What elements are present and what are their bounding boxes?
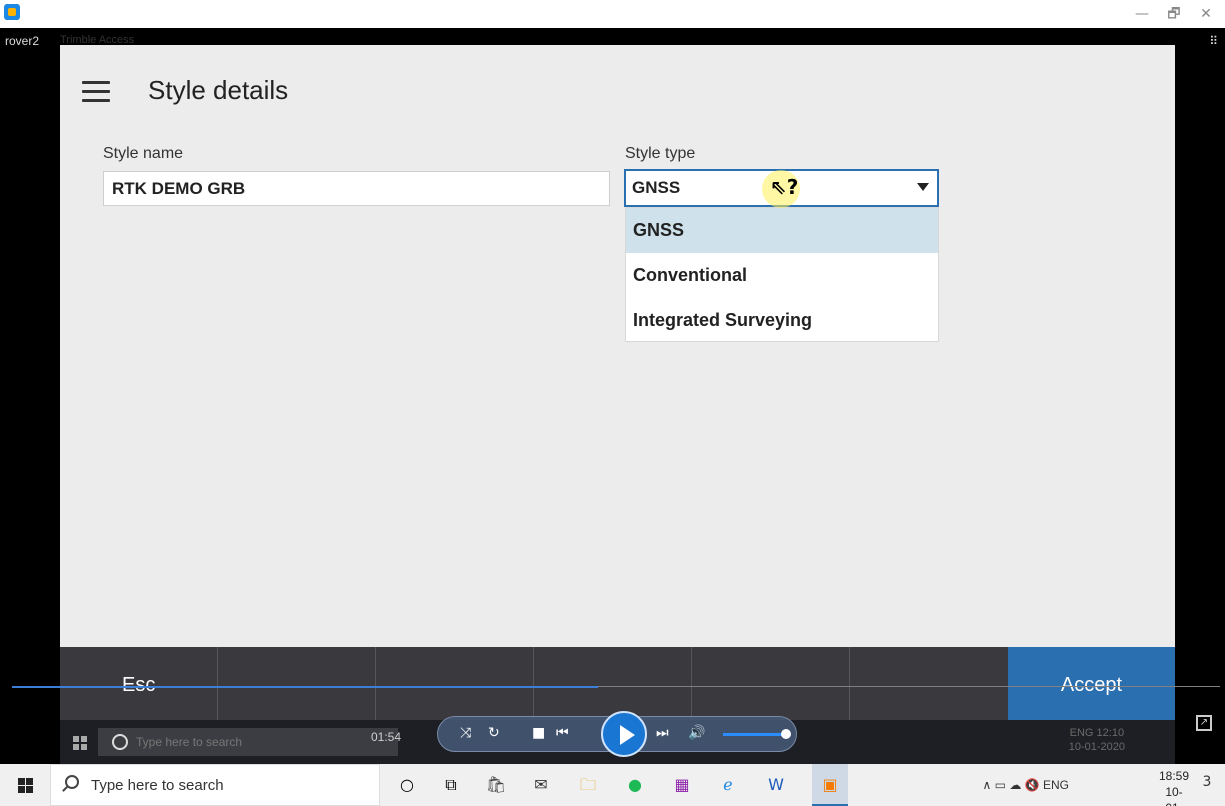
taskbar-search-box[interactable]: Type here to search <box>50 764 380 806</box>
action-divider <box>849 647 850 720</box>
style-type-dropdown: GNSS Conventional Integrated Surveying <box>625 207 939 342</box>
cortana-icon[interactable]: ○ <box>395 773 419 797</box>
inner-search-box: Type here to search <box>98 728 398 756</box>
esc-button[interactable]: Esc <box>60 647 217 720</box>
clock-time: 18:59 <box>1158 769 1189 783</box>
dropdown-option-gnss[interactable]: GNSS <box>626 208 938 253</box>
media-player-controls: ⤨ ↻ ■ ⏮ ⏭ 🔊 <box>437 711 797 757</box>
mail-icon[interactable]: ✉ <box>529 773 553 797</box>
dropdown-option-conventional[interactable]: Conventional <box>626 253 938 298</box>
taskbar-search-placeholder: Type here to search <box>91 777 224 794</box>
dropdown-option-integrated-surveying[interactable]: Integrated Surveying <box>626 298 938 343</box>
repeat-icon[interactable]: ↻ <box>488 725 500 741</box>
action-divider <box>375 647 376 720</box>
battery-icon[interactable]: ▭ <box>995 778 1006 792</box>
search-icon <box>65 775 79 789</box>
page-title: Style details <box>148 75 289 105</box>
notifications-icon[interactable]: 3 <box>1197 774 1217 796</box>
help-cursor-icon: ⇖? <box>770 175 799 199</box>
action-bar: Esc Accept <box>60 647 1175 720</box>
accept-button[interactable]: Accept <box>1008 647 1175 720</box>
app-logo-icon <box>4 4 20 20</box>
chevron-up-icon[interactable]: ∧ <box>983 778 992 792</box>
clock-date: 10-01-2020 <box>1165 785 1183 806</box>
action-divider <box>691 647 692 720</box>
spotify-icon[interactable]: ● <box>623 773 647 797</box>
cortana-icon <box>112 734 128 750</box>
action-divider <box>217 647 218 720</box>
onedrive-icon[interactable]: ☁ <box>1009 778 1021 792</box>
style-name-label: Style name <box>103 145 184 162</box>
windows-start-button[interactable] <box>0 764 50 806</box>
file-explorer-icon[interactable]: 🗀 <box>576 773 600 797</box>
play-button[interactable] <box>601 711 647 757</box>
inner-search-placeholder: Type here to search <box>136 735 243 749</box>
hamburger-menu-icon[interactable] <box>82 81 110 103</box>
stop-icon[interactable]: ■ <box>532 725 545 741</box>
shuffle-icon[interactable]: ⤨ <box>460 725 471 741</box>
seek-progress-bar[interactable] <box>12 686 598 688</box>
winrar-icon[interactable]: ▦ <box>670 773 694 797</box>
tray-icons[interactable]: ∧ ▭ ☁ 🔇 ENG <box>983 778 1069 792</box>
volume-muted-icon[interactable]: 🔇 <box>1025 778 1040 792</box>
inner-tray-time: 12:10 <box>1096 727 1125 739</box>
notification-count: 3 <box>1202 774 1212 790</box>
system-clock[interactable]: 18:59 10-01-2020 <box>1159 768 1189 806</box>
next-icon[interactable]: ⏭ <box>656 725 669 741</box>
tray-language[interactable]: ENG <box>1043 778 1069 792</box>
inner-tray-date: 10-01-2020 <box>1068 741 1125 753</box>
media-player-icon: ▣ <box>822 775 838 794</box>
volume-slider[interactable] <box>723 733 787 736</box>
inner-windows-start-icon <box>73 736 87 750</box>
inner-tray: ENG 12:10 10-01-2020 <box>1069 726 1125 754</box>
close-button[interactable]: ✕ <box>1194 4 1218 24</box>
windows-taskbar: Type here to search ○ ⧉ 🛍 ✉ 🗀 ● ▦ ℯ W ▣ … <box>0 764 1225 806</box>
chevron-down-icon[interactable] <box>917 183 929 191</box>
media-player-taskbar-button[interactable]: ▣ <box>812 764 848 806</box>
task-view-icon[interactable]: ⧉ <box>439 773 463 797</box>
action-divider <box>533 647 534 720</box>
style-name-input[interactable]: RTK DEMO GRB <box>103 171 610 206</box>
store-icon[interactable]: 🛍 <box>484 773 508 797</box>
word-icon[interactable]: W <box>764 773 788 797</box>
frame-menu-icon[interactable]: ⠿ <box>1209 34 1218 48</box>
previous-icon[interactable]: ⏮ <box>556 725 569 741</box>
style-type-label: Style type <box>625 145 696 162</box>
inner-tray-lang: ENG <box>1069 727 1094 739</box>
remote-device-label: rover2 <box>5 34 40 48</box>
minimize-button[interactable]: — <box>1130 4 1154 24</box>
restore-button[interactable]: 🗗 <box>1162 4 1186 24</box>
seek-track[interactable] <box>598 686 1220 687</box>
style-type-selected-value: GNSS <box>632 178 681 197</box>
volume-slider-handle[interactable] <box>781 729 791 739</box>
media-elapsed-time: 01:54 <box>371 730 402 744</box>
volume-icon[interactable]: 🔊 <box>688 725 705 741</box>
switch-to-library-icon[interactable]: ↗ <box>1196 715 1212 731</box>
edge-icon[interactable]: ℯ <box>716 773 740 797</box>
outer-titlebar: — 🗗 ✕ <box>0 0 1225 28</box>
